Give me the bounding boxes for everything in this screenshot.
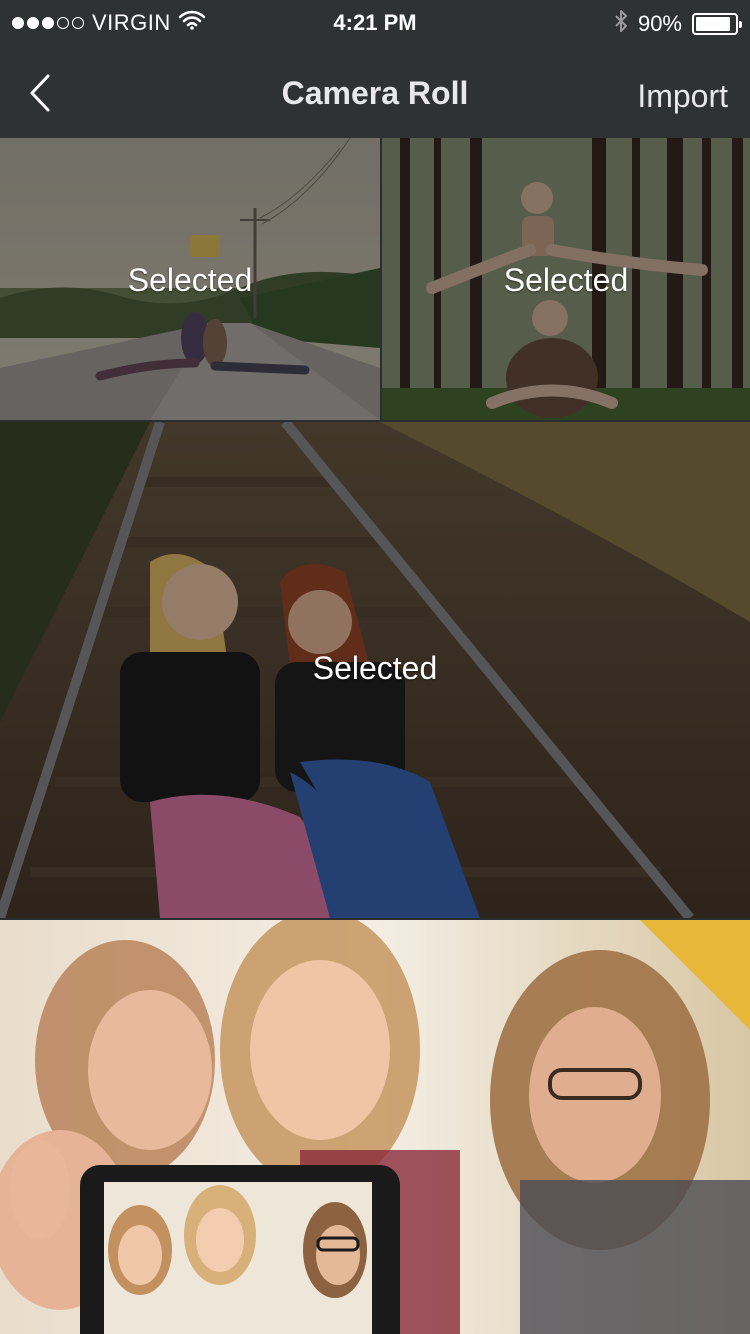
battery-icon (692, 13, 742, 35)
photo-tile[interactable]: Selected (0, 138, 380, 420)
selected-label: Selected (503, 262, 629, 298)
selected-label: Selected (127, 262, 253, 298)
status-bar: VIRGIN 4:21 PM 90% (0, 0, 750, 48)
battery-level (696, 17, 731, 31)
navigation-bar: Camera Roll Import (0, 48, 750, 138)
battery-percent: 90% (637, 11, 682, 36)
status-right: 90% (614, 9, 742, 39)
photo-tile[interactable]: Selected (382, 138, 750, 420)
photo-image (0, 920, 750, 1334)
photo-tile[interactable] (0, 920, 750, 1334)
photo-tile[interactable]: Selected (0, 422, 750, 918)
selected-label: Selected (312, 650, 438, 686)
header: VIRGIN 4:21 PM 90% Camera Roll Import (0, 0, 750, 138)
bluetooth-icon (614, 9, 628, 39)
import-button[interactable]: Import (637, 78, 728, 115)
